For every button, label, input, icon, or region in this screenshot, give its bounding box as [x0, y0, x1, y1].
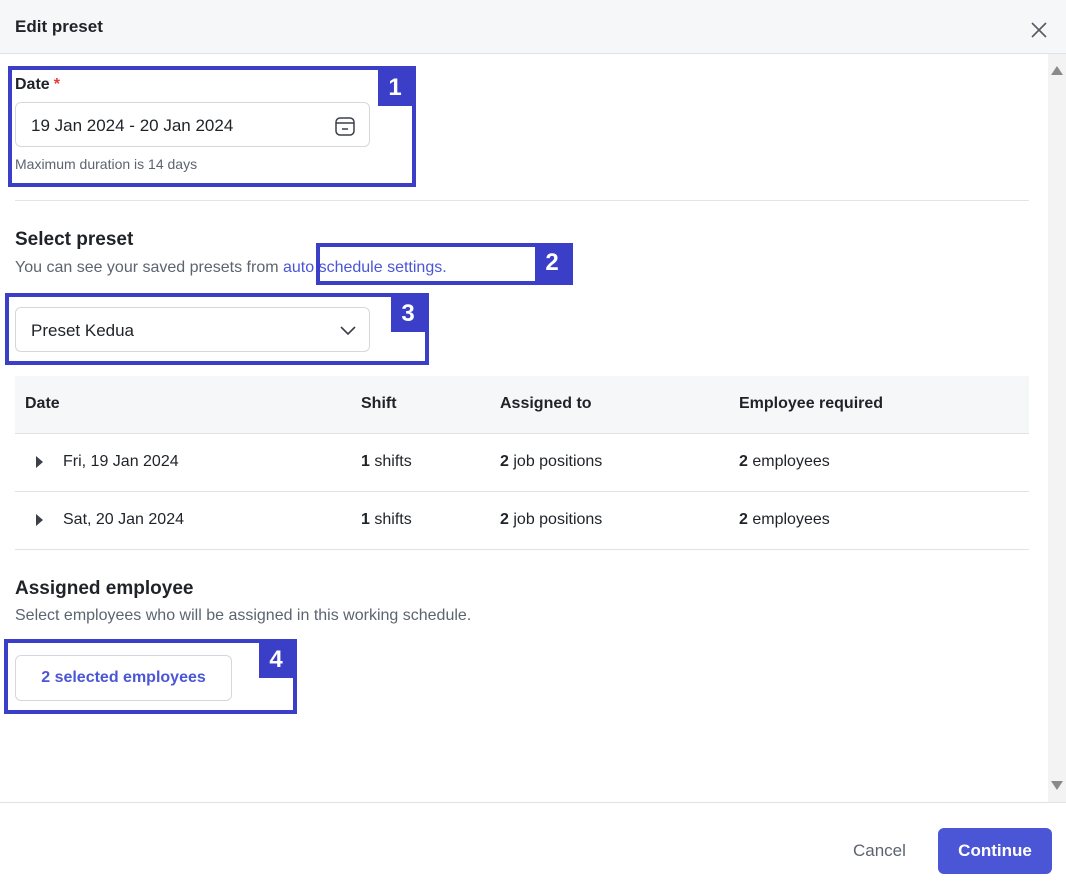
annotation-label-1: 1 — [378, 70, 412, 106]
annotation-label-3: 3 — [391, 296, 425, 332]
row-required: 2 employees — [739, 453, 830, 470]
row-assigned: 2 job positions — [500, 511, 603, 528]
expand-caret-icon[interactable] — [36, 514, 43, 526]
column-header-shift: Shift — [361, 395, 397, 412]
row-date: Fri, 19 Jan 2024 — [63, 453, 179, 470]
close-button[interactable] — [1026, 17, 1052, 43]
continue-label: Continue — [958, 841, 1032, 860]
continue-button[interactable]: Continue — [938, 828, 1052, 874]
row-shift: 1 shifts — [361, 453, 412, 470]
row-shift: 1 shifts — [361, 511, 412, 528]
divider — [15, 200, 1029, 201]
scrollbar[interactable] — [1048, 54, 1066, 802]
table-header: Date Shift Assigned to Employee required — [15, 376, 1029, 434]
assigned-employee-title: Assigned employee — [15, 578, 194, 599]
column-header-date: Date — [25, 395, 60, 412]
expand-caret-icon[interactable] — [36, 456, 43, 468]
modal-header: Edit preset — [0, 0, 1066, 54]
scroll-down-arrow-icon[interactable] — [1051, 781, 1063, 790]
cancel-button[interactable]: Cancel — [853, 841, 906, 861]
modal-footer: Cancel Continue — [0, 802, 1066, 886]
annotation-label-4: 4 — [259, 642, 293, 678]
assigned-employee-subtitle: Select employees who will be assigned in… — [15, 607, 472, 624]
close-icon — [1031, 22, 1047, 38]
row-assigned: 2 job positions — [500, 453, 603, 470]
preset-table: Date Shift Assigned to Employee required… — [15, 376, 1029, 550]
scroll-up-arrow-icon[interactable] — [1051, 66, 1063, 75]
annotation-box-1 — [8, 66, 416, 187]
annotation-box-4 — [4, 639, 297, 714]
modal-title: Edit preset — [15, 17, 103, 36]
row-date: Sat, 20 Jan 2024 — [63, 511, 184, 528]
select-preset-title: Select preset — [15, 229, 134, 250]
table-row[interactable]: Sat, 20 Jan 2024 1 shifts 2 job position… — [15, 492, 1029, 550]
column-header-employee-required: Employee required — [739, 395, 884, 412]
column-header-assigned-to: Assigned to — [500, 395, 592, 412]
table-row[interactable]: Fri, 19 Jan 2024 1 shifts 2 job position… — [15, 434, 1029, 492]
annotation-label-2: 2 — [535, 245, 569, 281]
row-required: 2 employees — [739, 511, 830, 528]
annotation-box-3 — [5, 293, 429, 365]
